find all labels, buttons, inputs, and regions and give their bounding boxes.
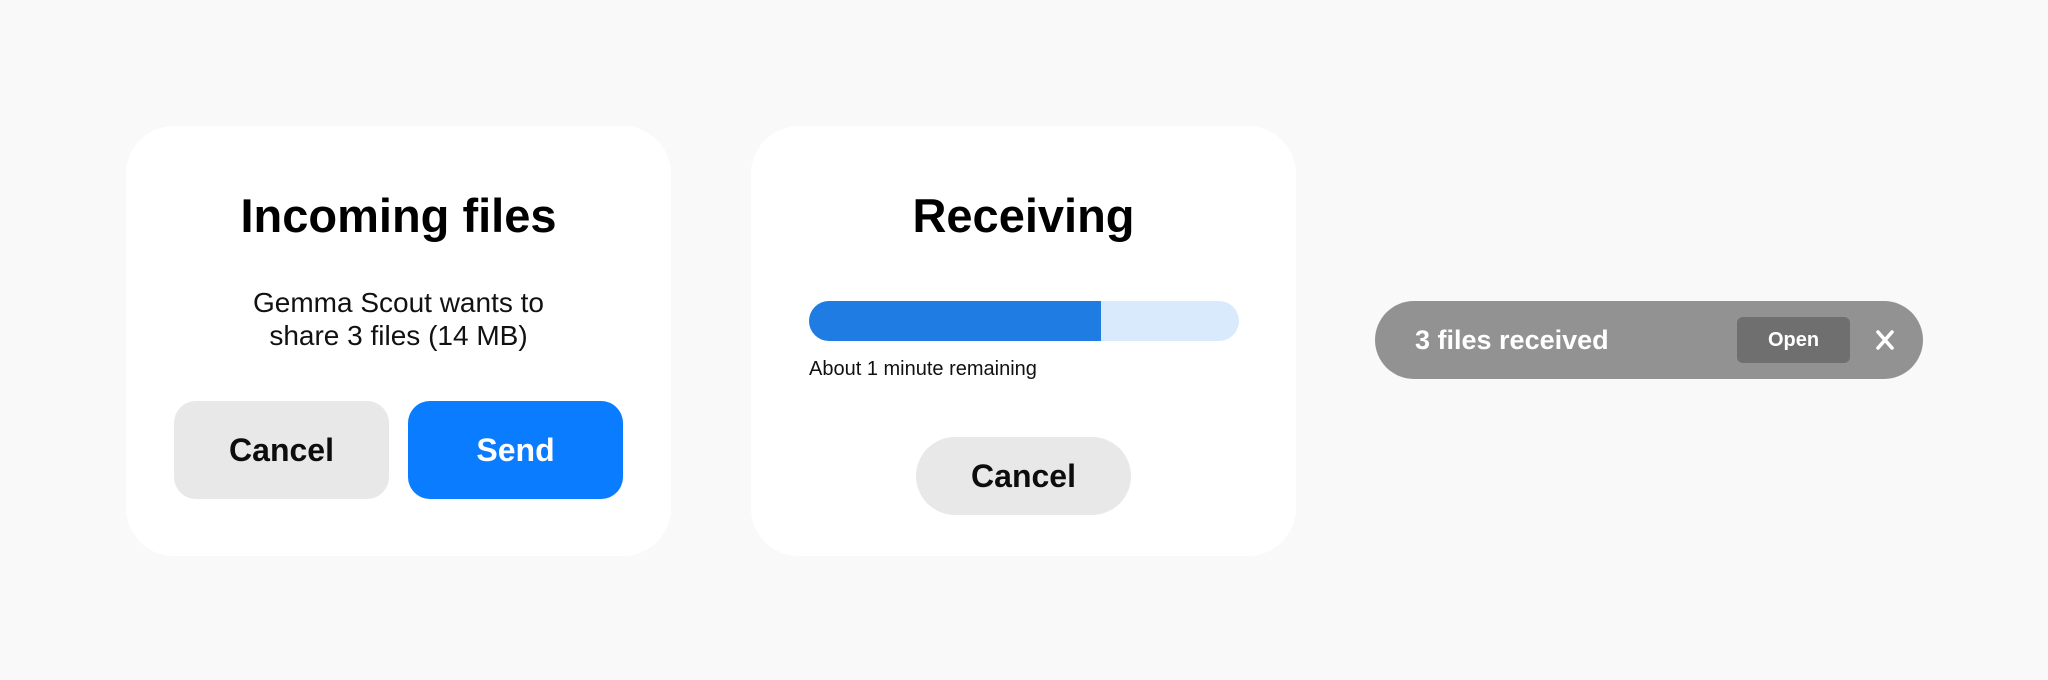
incoming-files-dialog: Incoming files Gemma Scout wants to shar…	[126, 126, 671, 556]
receiving-title: Receiving	[912, 189, 1135, 242]
progress-bar-fill	[809, 301, 1102, 341]
receiving-dialog: Receiving About 1 minute remaining Cance…	[751, 126, 1296, 556]
send-button[interactable]: Send	[408, 401, 623, 499]
time-remaining-label: About 1 minute remaining	[809, 358, 1037, 380]
files-received-toast: 3 files received Open	[1375, 301, 1923, 379]
incoming-files-message: Gemma Scout wants to share 3 files (14 M…	[166, 286, 631, 352]
incoming-message-line-1: Gemma Scout wants to	[252, 287, 544, 318]
incoming-message-line-2: share 3 files (14 MB)	[269, 320, 528, 351]
incoming-files-title: Incoming files	[240, 189, 557, 242]
close-icon	[1863, 329, 1907, 351]
cancel-button[interactable]: Cancel	[174, 401, 389, 499]
open-button[interactable]: Open	[1737, 317, 1850, 363]
toast-message: 3 files received	[1415, 325, 1609, 355]
cancel-transfer-button[interactable]: Cancel	[916, 437, 1131, 515]
close-button[interactable]	[1863, 318, 1907, 362]
progress-bar	[809, 301, 1239, 341]
